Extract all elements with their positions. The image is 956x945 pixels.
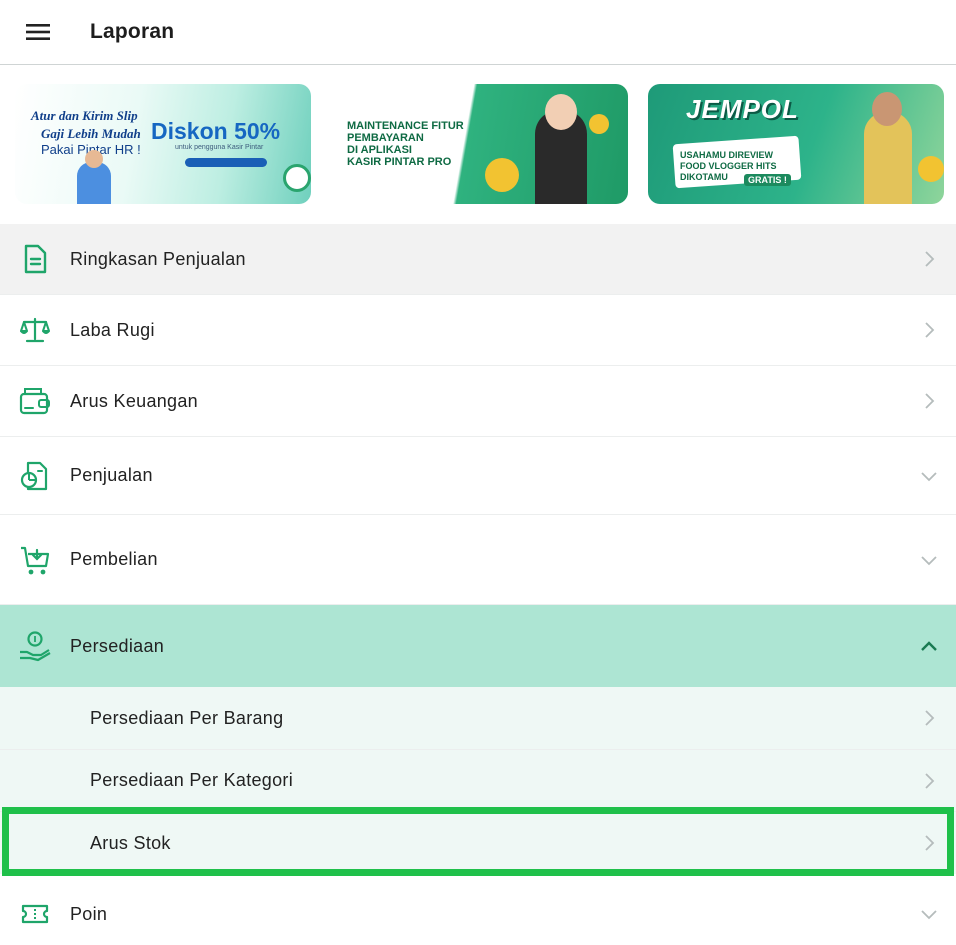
banner-badge: GRATIS ! xyxy=(744,174,791,186)
scale-icon xyxy=(18,313,52,347)
submenu-item-arus-stok[interactable]: Arus Stok xyxy=(0,812,956,874)
chevron-down-icon xyxy=(920,905,938,923)
submenu-item-label: Persediaan Per Kategori xyxy=(90,770,294,790)
chevron-right-icon xyxy=(920,250,938,268)
banner-text: PEMBAYARAN xyxy=(347,132,424,144)
banner-headline: Diskon 50% xyxy=(151,118,281,144)
banner-pill xyxy=(185,158,267,167)
menu-item-persediaan[interactable]: Persediaan xyxy=(0,605,956,687)
banner-text: DI APLIKASI xyxy=(347,144,412,156)
menu-item-label: Poin xyxy=(70,903,108,924)
menu-item-ringkasan-penjualan[interactable]: Ringkasan Penjualan xyxy=(0,224,956,295)
banner-text: USAHAMU DIREVIEW xyxy=(680,150,774,160)
banner-text: FOOD VLOGGER HITS xyxy=(680,161,777,171)
banner-maintenance[interactable]: MAINTENANCE FITUR PEMBAYARAN DI APLIKASI… xyxy=(331,84,628,204)
menu-item-poin[interactable]: Poin xyxy=(0,874,956,945)
submenu-item-persediaan-per-barang[interactable]: Persediaan Per Barang xyxy=(0,687,956,750)
gear-icon xyxy=(485,158,519,192)
menu-item-pembelian[interactable]: Pembelian xyxy=(0,515,956,605)
menu-item-label: Pembelian xyxy=(70,549,158,569)
chevron-right-icon xyxy=(920,834,938,852)
gear-icon xyxy=(589,114,609,134)
hamburger-icon[interactable] xyxy=(20,17,56,47)
chevron-down-icon xyxy=(920,467,938,485)
submenu-item-persediaan-per-kategori[interactable]: Persediaan Per Kategori xyxy=(0,750,956,812)
inventory-hand-icon xyxy=(18,629,52,663)
submenu-item-label: Arus Stok xyxy=(90,832,171,853)
menu-item-penjualan[interactable]: Penjualan xyxy=(0,437,956,515)
banner-text: KASIR PINTAR PRO xyxy=(347,156,452,168)
person-illustration xyxy=(77,162,111,204)
banner-text: Gaji Lebih Mudah xyxy=(41,126,141,141)
menu-item-label: Arus Keuangan xyxy=(70,390,198,411)
chevron-up-icon xyxy=(920,637,938,655)
banner-text: DIKOTAMU xyxy=(680,172,728,182)
menu-item-label: Laba Rugi xyxy=(70,319,155,340)
banner-text: Atur dan Kirim Slip xyxy=(31,108,138,123)
wallet-icon xyxy=(18,384,52,418)
app-bar: Laporan xyxy=(0,0,956,65)
banner-pintar-hr[interactable]: Atur dan Kirim Slip Gaji Lebih Mudah Pak… xyxy=(15,84,311,204)
banner-headline: JEMPOL xyxy=(686,94,799,124)
person-illustration xyxy=(545,94,577,130)
coin-icon xyxy=(918,156,944,182)
chevron-right-icon xyxy=(920,321,938,339)
sales-chart-icon xyxy=(18,459,52,493)
menu-item-laba-rugi[interactable]: Laba Rugi xyxy=(0,295,956,366)
chevron-right-icon xyxy=(920,772,938,790)
ticket-icon xyxy=(18,897,52,931)
check-icon xyxy=(283,164,311,192)
banner-jempol[interactable]: JEMPOL USAHAMU DIREVIEW FOOD VLOGGER HIT… xyxy=(648,84,944,204)
person-illustration xyxy=(872,92,902,126)
chevron-right-icon xyxy=(920,709,938,727)
menu-item-label: Penjualan xyxy=(70,465,153,485)
page-title: Laporan xyxy=(90,20,175,43)
person-illustration xyxy=(85,150,103,168)
chevron-down-icon xyxy=(920,551,938,569)
menu-item-arus-keuangan[interactable]: Arus Keuangan xyxy=(0,366,956,437)
document-icon xyxy=(18,242,52,276)
banner-text: MAINTENANCE FITUR xyxy=(347,120,464,132)
menu-item-label: Persediaan xyxy=(70,635,165,656)
promo-banner-carousel: Atur dan Kirim Slip Gaji Lebih Mudah Pak… xyxy=(0,66,956,224)
banner-text: untuk pengguna Kasir Pintar xyxy=(175,144,264,151)
chevron-right-icon xyxy=(920,392,938,410)
menu-item-label: Ringkasan Penjualan xyxy=(70,248,246,269)
submenu-item-label: Persediaan Per Barang xyxy=(90,707,284,728)
report-menu: Ringkasan Penjualan Laba Rugi Arus Keuan… xyxy=(0,224,956,945)
cart-icon xyxy=(18,543,52,577)
